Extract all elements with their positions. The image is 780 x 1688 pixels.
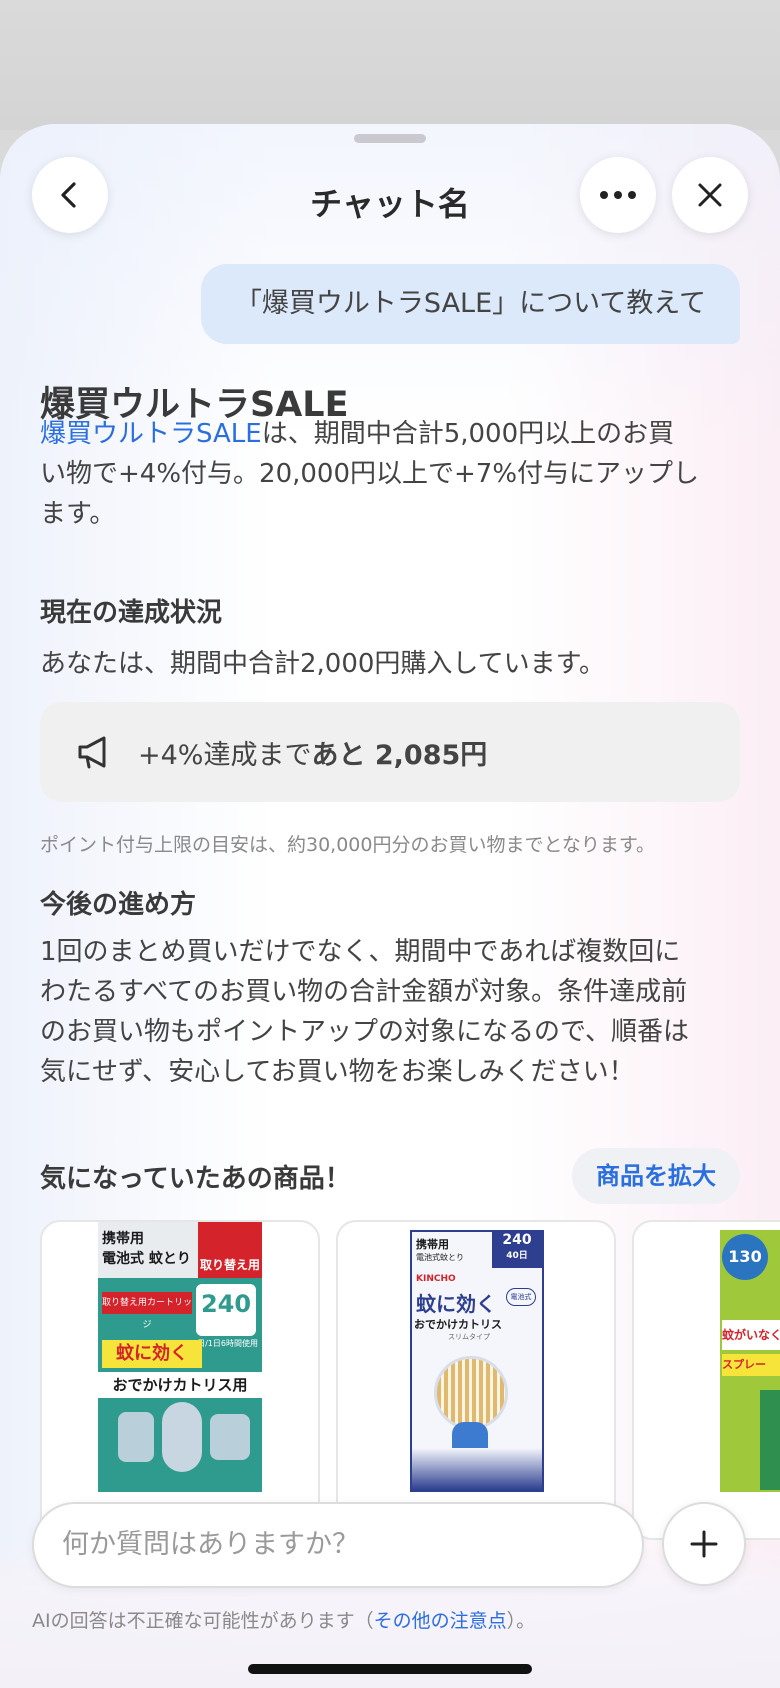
disclaimer-link[interactable]: その他の注意点 [374, 1610, 507, 1632]
package-text: 電池式 蚊とり [102, 1251, 191, 1267]
product-card[interactable]: 携帯用 電池式蚊とり 240 40日 KINCHO 電池式 蚊に効く おでかけカト… [336, 1220, 616, 1540]
home-indicator [248, 1664, 532, 1674]
chevron-left-icon [61, 182, 76, 208]
progress-notice: +4%達成まであと 2,085円 [40, 702, 740, 802]
disclaimer-end: ）。 [506, 1610, 536, 1632]
status-text: あなたは、期間中合計2,000円購入しています。 [40, 649, 606, 679]
next-line: のお買い物もポイントアップの対象になるので、順番は [40, 1017, 689, 1047]
package-product-name: スプレー [722, 1354, 780, 1376]
close-button[interactable] [672, 157, 748, 233]
user-message-bubble: 「爆買ウルトラSALE」について教えて [200, 264, 740, 344]
next-line: 1回のまとめ買いだけでなく、期間中であれば複数回に [40, 937, 681, 967]
package-text: スリムタイプ [448, 1333, 490, 1341]
next-line: わたるすべてのお買い物の合計金額が対象。条件達成前 [40, 977, 688, 1007]
package-badge: 130 [722, 1234, 768, 1280]
notice-prefix: +4%達成まで [138, 739, 312, 771]
remaining-amount: あと 2,085円 [311, 739, 488, 771]
chat-title: チャット名 [310, 185, 470, 223]
product-card[interactable]: 携帯用 電池式 蚊とり 取り替え用 取り替え用カートリッジ 240時間 40日/… [40, 1220, 320, 1540]
package-product-name: おでかけカトリス用 [98, 1372, 262, 1398]
limit-note: ポイント付与上限の目安は、約30,000円分のお買い物までとなります。 [40, 834, 656, 856]
next-heading: 今後の進め方 [40, 890, 197, 920]
package-headline: 蚊に効く [102, 1340, 202, 1368]
disclaimer-text: AIの回答は不正確な可能性があります（ [32, 1610, 374, 1632]
next-line: 気にせず、安心してお買い物をお楽しみください！ [40, 1057, 635, 1087]
package-badge: 取り替え用 [198, 1222, 262, 1278]
intro-text-line3: ます。 [40, 499, 116, 529]
product-card[interactable]: 130 蚊がいなくなる スプレー [632, 1220, 780, 1540]
package-headline: 蚊がいなくなる [722, 1320, 780, 1350]
back-button[interactable] [32, 157, 108, 233]
answer-intro: 爆買ウルトラSALEは、期間中合計5,000円以上のお買 い物で+4%付与。20… [40, 414, 740, 534]
product-image: 携帯用 電池式蚊とり 240 40日 KINCHO 電池式 蚊に効く おでかけカト… [410, 1230, 544, 1492]
package-text: 40日 [506, 1251, 528, 1261]
product-image: 携帯用 電池式 蚊とり 取り替え用 取り替え用カートリッジ 240時間 40日/… [98, 1222, 262, 1492]
sale-link[interactable]: 爆買ウルトラSALE [40, 419, 262, 449]
intro-text: は、期間中合計5,000円以上のお買 [261, 419, 675, 449]
product-image: 130 蚊がいなくなる スプレー [720, 1230, 780, 1492]
package-hours: 240 [502, 1232, 532, 1248]
question-input[interactable]: 何か質問はありますか？ [32, 1502, 644, 1588]
sheet-grabber[interactable] [354, 134, 426, 143]
intro-text-line2: い物で+4%付与。20,000円以上で+7%付与にアップし [40, 459, 700, 489]
expand-products-button[interactable]: 商品を拡大 [572, 1148, 740, 1204]
package-brand: KINCHO [416, 1274, 456, 1284]
package-hours: 240 [200, 1290, 252, 1318]
dimmed-background [0, 0, 780, 130]
package-text: 電池式 [506, 1288, 536, 1306]
package-text: 電池式蚊とり [416, 1253, 464, 1262]
next-steps-text: 1回のまとめ買いだけでなく、期間中であれば複数回に わたるすべてのお買い物の合計… [40, 932, 740, 1092]
plus-icon [690, 1530, 718, 1558]
close-icon [698, 183, 722, 207]
ai-disclaimer: AIの回答は不正確な可能性があります（その他の注意点）。 [32, 1606, 535, 1633]
status-heading: 現在の達成状況 [40, 598, 223, 628]
package-text: 取り替え用カートリッジ [102, 1292, 192, 1330]
chat-sheet: チャット名 「爆買ウルトラSALE」について教えて 爆買ウルトラSALE 爆買ウ… [0, 124, 780, 1688]
add-button[interactable] [662, 1502, 746, 1586]
megaphone-icon [78, 736, 106, 769]
package-text: 携帯用 [102, 1231, 144, 1247]
more-button[interactable] [580, 157, 656, 233]
package-product-name: おでかけカトリス [414, 1318, 502, 1331]
ellipsis-icon [600, 191, 636, 199]
package-headline: 蚊に効く [416, 1292, 496, 1316]
package-text: 携帯用 [416, 1238, 449, 1251]
